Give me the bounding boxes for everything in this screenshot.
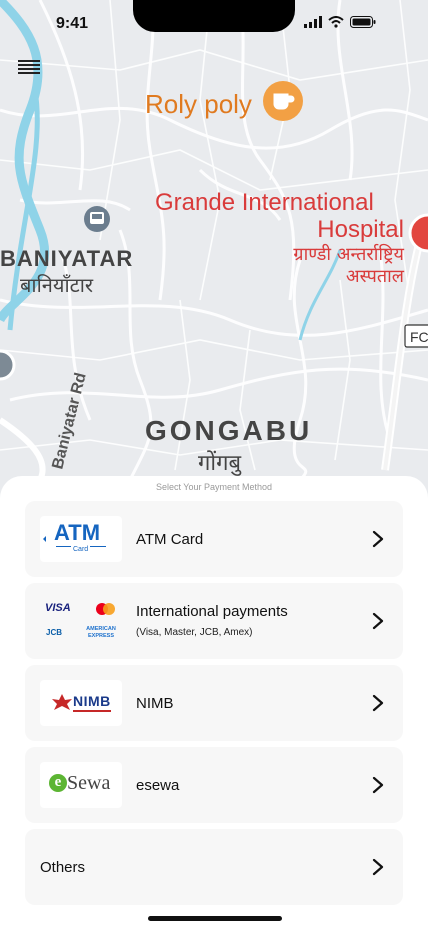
payment-option-sublabel: (Visa, Master, JCB, Amex) [136, 627, 253, 638]
nimb-emblem-icon [52, 694, 72, 710]
map-label-gongabu: GONGABU [145, 415, 312, 446]
chevron-right-icon [372, 612, 384, 630]
payment-option-international[interactable]: VISA JCB AMERICAN EXPRESS International p… [25, 583, 403, 659]
payment-option-label: esewa [136, 777, 180, 794]
location-marker-icon [0, 349, 16, 381]
payment-option-label: Others [40, 859, 86, 876]
payment-option-esewa[interactable]: e Sewa esewa [25, 747, 403, 823]
chevron-right-icon [372, 694, 384, 712]
signal-icon [304, 16, 322, 28]
chevron-right-icon [372, 858, 384, 876]
device-notch [133, 0, 295, 32]
map-label-baniyatar-np: बानियाँटार [20, 273, 94, 297]
map-label-baniyatar: BANIYATAR [0, 246, 133, 271]
home-indicator[interactable] [148, 916, 282, 921]
battery-icon [350, 16, 376, 28]
payment-method-sheet: Select Your Payment Method ATM Card ATM … [0, 476, 428, 926]
nimb-logo: NIMB [40, 680, 122, 726]
payment-option-others[interactable]: Others [25, 829, 403, 905]
map-label-hospital-line1: Grande International [155, 189, 374, 216]
payment-option-nimb[interactable]: NIMB NIMB [25, 665, 403, 741]
atm-logo: ATM Card [40, 516, 122, 562]
chevron-right-icon [372, 530, 384, 548]
payment-option-label: ATM Card [136, 531, 204, 548]
payment-option-atm-card[interactable]: ATM Card ATM Card [25, 501, 403, 577]
menu-icon[interactable] [18, 58, 40, 76]
wifi-icon [328, 16, 344, 28]
status-bar: 9:41 [0, 0, 428, 48]
map-label-hospital-np-line2: अस्पताल [346, 266, 405, 287]
map-label-roly-poly: Roly poly [145, 89, 252, 119]
payment-option-label: International payments [136, 603, 288, 620]
map-label-hospital-line2: Hospital [317, 216, 404, 243]
card-networks-logo: VISA JCB AMERICAN EXPRESS [40, 598, 122, 644]
esewa-logo: e Sewa [40, 762, 122, 808]
jcb-logo: JCB [46, 628, 63, 637]
map-label-gongabu-np: गोंगबु [198, 450, 242, 476]
payment-option-label: NIMB [136, 695, 174, 712]
status-time: 9:41 [56, 15, 89, 32]
map-label-hospital-np-line1: ग्राण्डी अन्तर्राष्ट्रिय [293, 243, 404, 265]
visa-logo: VISA [45, 602, 71, 614]
sheet-title: Select Your Payment Method [155, 482, 273, 492]
amex-logo: AMERICAN EXPRESS [86, 626, 116, 639]
chevron-right-icon [372, 776, 384, 794]
status-icons [304, 16, 376, 28]
road-sign-label: FC [410, 329, 428, 345]
